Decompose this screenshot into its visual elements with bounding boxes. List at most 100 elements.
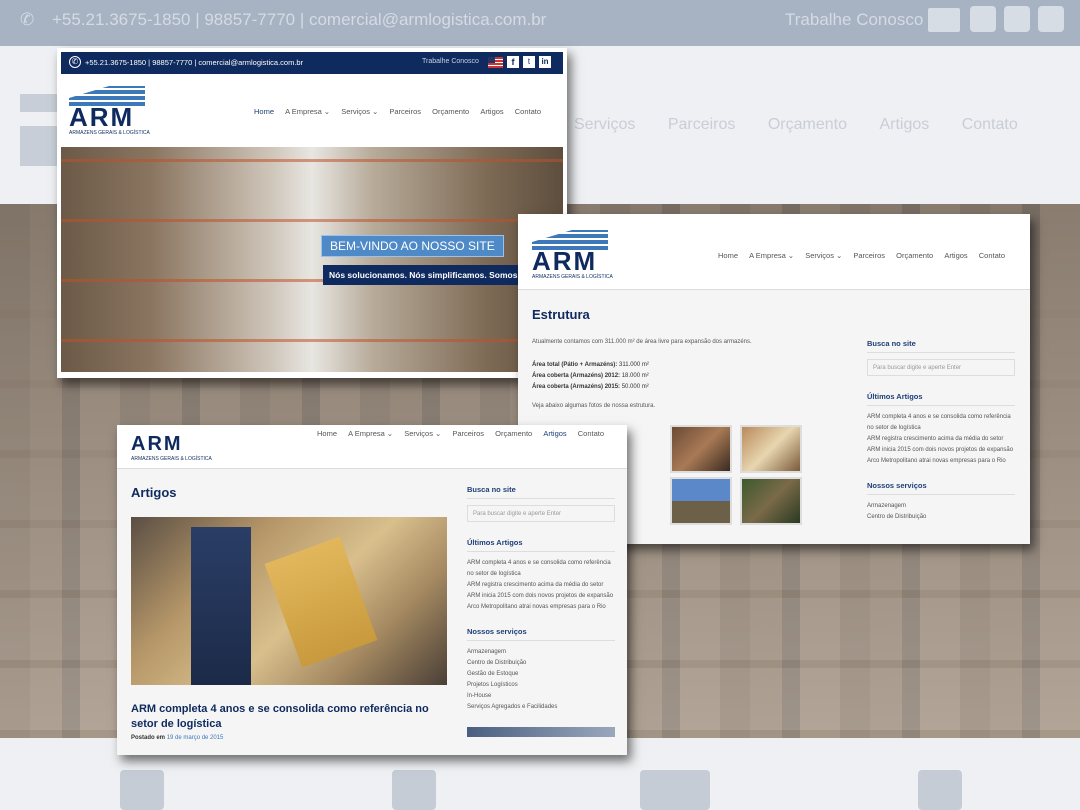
latest-article-link[interactable]: Arco Metropolitano atrai novas empresas …	[467, 602, 615, 613]
brand-tagline: ARMAZENS GERAIS & LOGÍSTICA	[532, 274, 613, 280]
linkedin-icon[interactable]: in	[539, 56, 551, 68]
background-box-icon	[392, 770, 436, 810]
nav-artigos[interactable]: Artigos	[480, 107, 503, 116]
nav-a-empresa[interactable]: A Empresa	[749, 251, 786, 260]
post-title[interactable]: ARM completa 4 anos e se consolida como …	[131, 702, 441, 732]
background-logo-letters	[20, 126, 62, 166]
artigos-screenshot: ARM ARMAZENS GERAIS & LOGÍSTICA Home A E…	[117, 425, 627, 755]
latest-articles-heading: Últimos Artigos	[867, 392, 1015, 406]
nav-orcamento[interactable]: Orçamento	[896, 251, 933, 260]
nav-parceiros[interactable]: Parceiros	[452, 429, 484, 438]
search-heading: Busca no site	[467, 485, 615, 499]
gallery-photo[interactable]	[670, 477, 732, 525]
estrutura-facts: Área total (Pátio + Armazéns): 311.000 m…	[532, 360, 649, 393]
search-input[interactable]: Para buscar digite e aperte Enter	[467, 505, 615, 522]
background-logo-bars	[20, 94, 62, 112]
nav-servicos[interactable]: Serviços	[404, 429, 433, 438]
latest-article-link[interactable]: ARM inicia 2015 com dois novos projetos …	[467, 591, 615, 602]
artigos-main-nav: Home A Empresa ⌄ Serviços ⌄ Parceiros Orça…	[308, 429, 604, 438]
brand-name: ARM	[532, 246, 598, 276]
nav-parceiros[interactable]: Parceiros	[853, 251, 885, 260]
nav-home[interactable]: Home	[254, 107, 274, 116]
fact-row: Área coberta (Armazéns) 2015: 50.000 m²	[532, 384, 649, 390]
latest-article-link[interactable]: ARM registra crescimento acima da média …	[867, 434, 1015, 445]
service-link[interactable]: Gestão de Estoque	[467, 669, 615, 680]
latest-article-link[interactable]: Arco Metropolitano atrai novas empresas …	[867, 456, 1015, 467]
service-link[interactable]: Armazenagem	[867, 501, 1015, 512]
facebook-icon[interactable]: f	[507, 56, 519, 68]
brand-logo[interactable]: ARM ARMAZENS GERAIS & LOGÍSTICA	[69, 84, 150, 140]
chevron-down-icon: ⌄	[386, 429, 394, 438]
nav-a-empresa[interactable]: A Empresa	[348, 429, 385, 438]
nav-parceiros[interactable]: Parceiros	[389, 107, 421, 116]
nav-servicos[interactable]: Serviços	[341, 107, 370, 116]
warehouse-shelves-image	[61, 147, 563, 372]
gallery-photo[interactable]	[740, 425, 802, 473]
service-link[interactable]: Centro de Distribuição	[867, 512, 1015, 523]
nav-orcamento[interactable]: Orçamento	[432, 107, 469, 116]
nav-home[interactable]: Home	[317, 429, 337, 438]
service-link[interactable]: In-House	[467, 691, 615, 702]
nav-orcamento[interactable]: Orçamento	[495, 429, 532, 438]
background-twitter-icon	[1004, 6, 1030, 32]
phone-icon: ✆	[69, 56, 81, 68]
gallery-photo[interactable]	[670, 425, 732, 473]
nav-contato[interactable]: Contato	[578, 429, 604, 438]
latest-article-link[interactable]: ARM completa 4 anos e se consolida como …	[867, 412, 1015, 434]
page-title: Artigos	[131, 485, 177, 500]
nav-contato[interactable]: Contato	[515, 107, 541, 116]
background-linkedin-icon	[1038, 6, 1064, 32]
background-warehouse-icon	[120, 770, 164, 810]
hero-banner: BEM-VINDO AO NOSSO SITE Nós solucionamos…	[61, 147, 563, 372]
estrutura-main-nav: Home A Empresa ⌄ Serviços ⌄ Parceiros Orça…	[709, 251, 1005, 260]
chevron-down-icon: ⌄	[835, 251, 843, 260]
background-handshake-icon	[640, 770, 710, 810]
nav-a-empresa[interactable]: A Empresa	[285, 107, 322, 116]
search-heading: Busca no site	[867, 339, 1015, 353]
work-with-us-link[interactable]: Trabalhe Conosco	[422, 58, 479, 65]
brand-logo[interactable]: ARM ARMAZENS GERAIS & LOGÍSTICA	[532, 228, 613, 284]
sidebar-banner-image	[467, 727, 615, 737]
brand-tagline: ARMAZENS GERAIS & LOGÍSTICA	[131, 456, 212, 462]
services-heading: Nossos serviços	[867, 481, 1015, 495]
us-flag-icon[interactable]	[488, 57, 503, 68]
boxes-on-hand-truck	[264, 536, 378, 668]
background-nav: Serviços Parceiros Orçamento Artigos Con…	[574, 116, 1018, 133]
welcome-banner: BEM-VINDO AO NOSSO SITE	[321, 235, 504, 257]
post-date[interactable]: 19 de março de 2015	[167, 735, 224, 741]
background-facebook-icon	[970, 6, 996, 32]
brand-tagline: ARMAZENS GERAIS & LOGÍSTICA	[69, 130, 150, 136]
background-topbar: ✆ +55.21.3675-1850 | 98857-7770 | comerc…	[0, 0, 1080, 46]
nav-contato[interactable]: Contato	[979, 251, 1005, 260]
search-input[interactable]: Para buscar digite e aperte Enter	[867, 359, 1015, 376]
home-main-nav: Home A Empresa ⌄ Serviços ⌄ Parceiros Orça…	[245, 107, 541, 116]
service-link[interactable]: Projetos Logísticos	[467, 680, 615, 691]
home-screenshot: ✆ +55.21.3675-1850 | 98857-7770 | comerc…	[57, 48, 567, 378]
artigos-sidebar: Busca no site Para buscar digite e apert…	[467, 485, 615, 737]
services-heading: Nossos serviços	[467, 627, 615, 641]
twitter-icon[interactable]: t	[523, 56, 535, 68]
slogan-banner: Nós solucionamos. Nós simplificamos. Som…	[323, 265, 545, 285]
latest-article-link[interactable]: ARM inicia 2015 com dois novos projetos …	[867, 445, 1015, 456]
gallery-photo[interactable]	[740, 477, 802, 525]
post-featured-image[interactable]	[131, 517, 447, 685]
nav-servicos[interactable]: Serviços	[805, 251, 834, 260]
background-phone-icon: ✆	[20, 10, 35, 29]
brand-name: ARM	[131, 433, 183, 455]
latest-articles-heading: Últimos Artigos	[467, 538, 615, 552]
service-link[interactable]: Centro de Distribuição	[467, 658, 615, 669]
latest-article-link[interactable]: ARM registra crescimento acima da média …	[467, 580, 615, 591]
photos-note: Veja abaixo algumas fotos de nossa estru…	[532, 403, 656, 409]
home-topbar: ✆ +55.21.3675-1850 | 98857-7770 | comerc…	[61, 52, 563, 74]
fact-row: Área coberta (Armazéns) 2012: 18.000 m²	[532, 373, 649, 379]
nav-artigos[interactable]: Artigos	[944, 251, 967, 260]
nav-artigos[interactable]: Artigos	[543, 429, 566, 438]
service-link[interactable]: Armazenagem	[467, 647, 615, 658]
nav-home[interactable]: Home	[718, 251, 738, 260]
chevron-down-icon: ⌄	[323, 107, 331, 116]
chevron-down-icon: ⌄	[371, 107, 379, 116]
service-link[interactable]: Serviços Agregados e Facilidades	[467, 702, 615, 713]
brand-logo[interactable]: ARM ARMAZENS GERAIS & LOGÍSTICA	[131, 433, 212, 469]
latest-article-link[interactable]: ARM completa 4 anos e se consolida como …	[467, 558, 615, 580]
background-flag-icon	[928, 8, 960, 32]
